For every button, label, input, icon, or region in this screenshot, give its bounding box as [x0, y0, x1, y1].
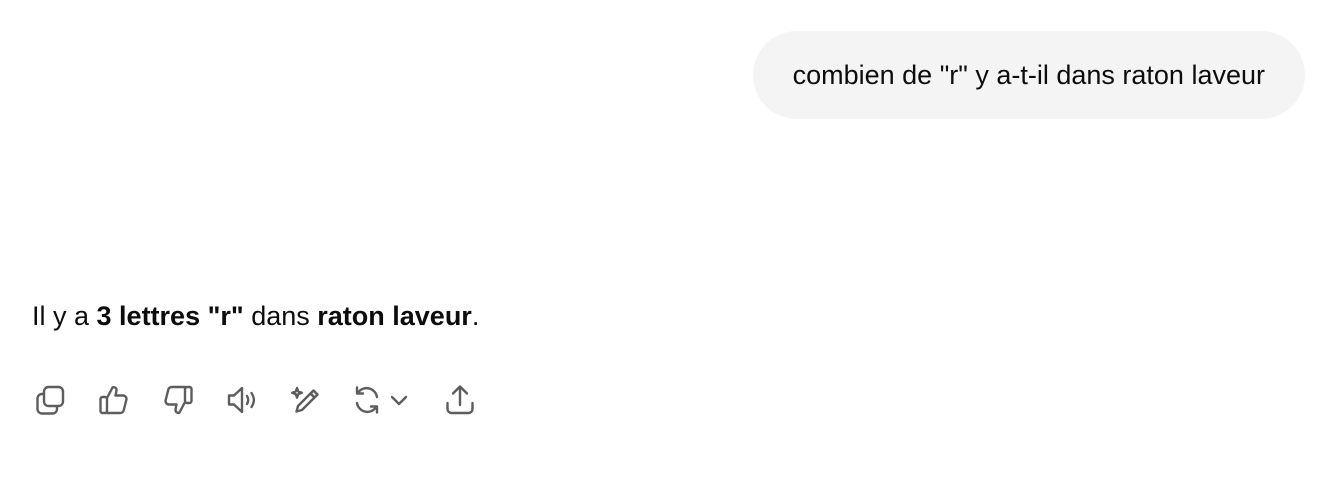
regenerate-icon: [355, 386, 379, 414]
assistant-text-part: Il y a: [32, 301, 97, 331]
thumbs-up-button[interactable]: [92, 378, 136, 422]
copy-button[interactable]: [28, 378, 72, 422]
assistant-text-part: dans: [243, 301, 318, 331]
assistant-bold-phrase: raton laveur: [317, 301, 472, 331]
user-message-bubble: combien de "r" y a-t-il dans raton laveu…: [752, 31, 1305, 119]
read-aloud-button[interactable]: [220, 378, 264, 422]
edit-in-canvas-button[interactable]: [284, 378, 328, 422]
share-button[interactable]: [438, 378, 482, 422]
read-aloud-icon: [227, 386, 255, 414]
assistant-message: Il y a 3 lettres "r" dans raton laveur.: [32, 298, 479, 334]
edit-sparkle-icon: [291, 386, 319, 413]
thumbs-down-icon: [164, 385, 193, 415]
assistant-text-part: .: [471, 301, 480, 331]
thumbs-down-button[interactable]: [156, 378, 200, 422]
copy-icon: [36, 385, 65, 415]
regenerate-button[interactable]: [348, 378, 418, 422]
assistant-bold-count: 3 lettres "r": [96, 301, 244, 331]
message-action-bar: [28, 378, 502, 422]
thumbs-up-icon: [99, 385, 128, 415]
chevron-down-icon: [390, 395, 408, 406]
user-message-text: combien de "r" y a-t-il dans raton laveu…: [792, 59, 1265, 90]
share-icon: [446, 385, 474, 415]
